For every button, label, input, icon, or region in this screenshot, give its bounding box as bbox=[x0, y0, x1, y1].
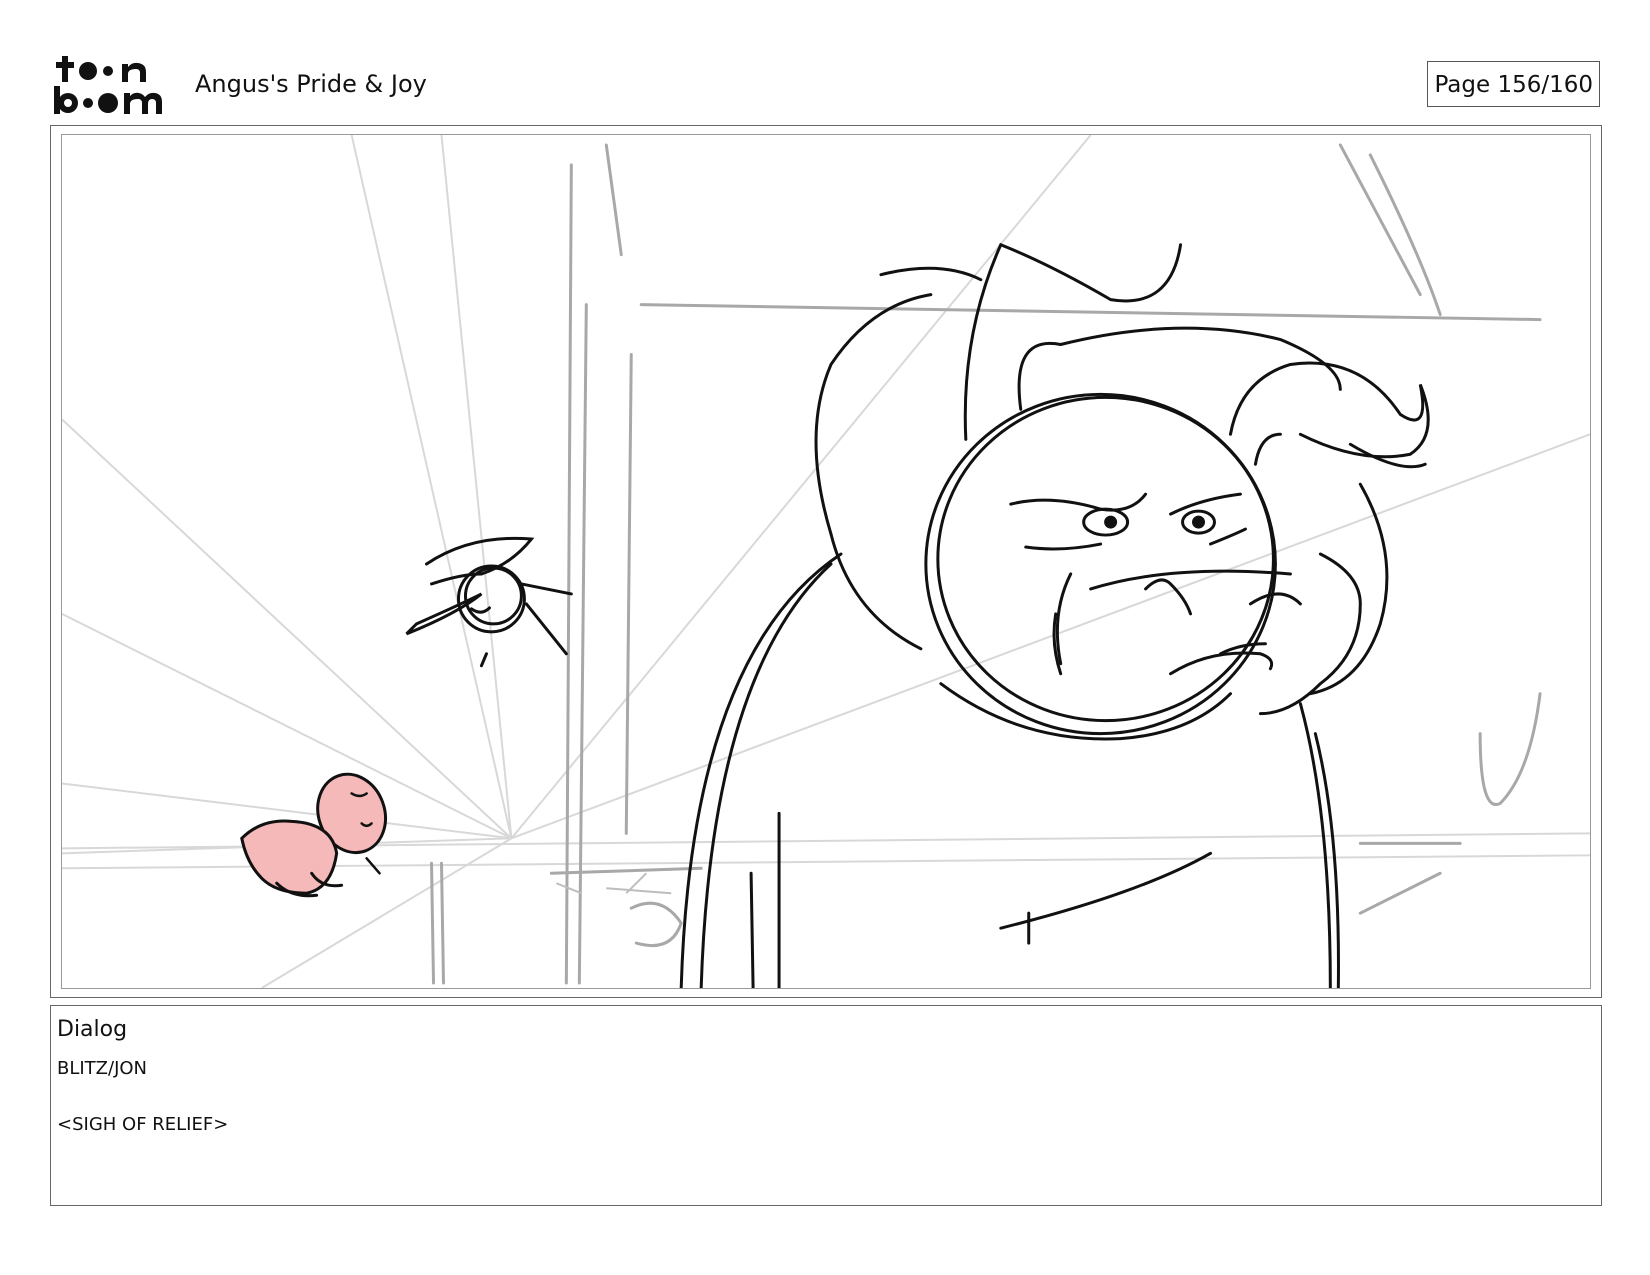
toonboom-logo-mark bbox=[54, 56, 162, 114]
storyboard-panel bbox=[50, 125, 1602, 998]
dialog-heading: Dialog bbox=[57, 1017, 128, 1042]
storyboard-sketch bbox=[62, 135, 1590, 988]
project-title: Angus's Pride & Joy bbox=[195, 70, 427, 98]
panel-image bbox=[61, 134, 1591, 989]
dialog-line: <SIGH OF RELIEF> bbox=[57, 1114, 229, 1135]
dialog-section: Dialog BLITZ/JON <SIGH OF RELIEF> bbox=[50, 1005, 1602, 1206]
page-indicator: Page 156/160 bbox=[1427, 61, 1600, 107]
toonboom-logo bbox=[52, 52, 170, 118]
dialog-speaker: BLITZ/JON bbox=[57, 1058, 148, 1079]
